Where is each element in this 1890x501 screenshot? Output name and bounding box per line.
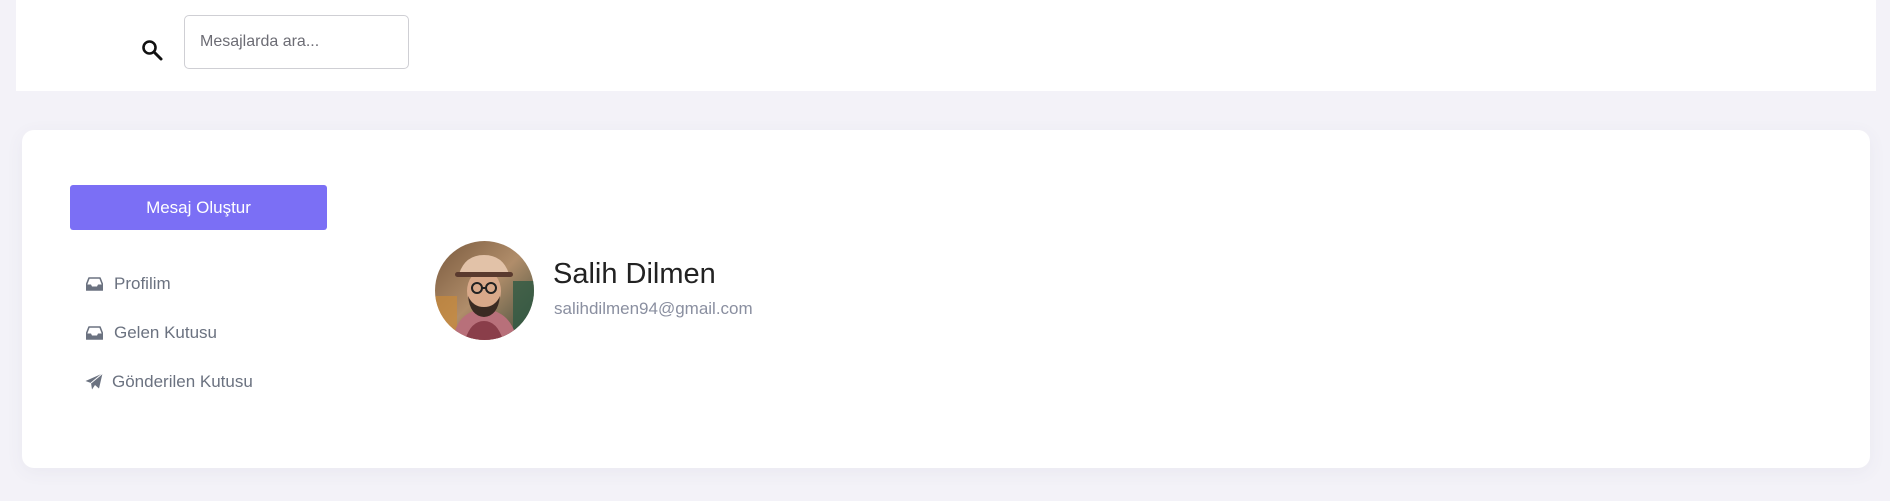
sidebar-item-label: Gelen Kutusu: [114, 323, 218, 342]
search-icon[interactable]: [140, 38, 164, 62]
compose-message-button[interactable]: Mesaj Oluştur: [70, 185, 327, 230]
sidebar-item-sent[interactable]: Gönderilen Kutusu: [85, 370, 253, 394]
sidebar-item-label: Profilim: [114, 274, 171, 293]
inbox-icon: [85, 324, 103, 342]
sidebar-item-profile[interactable]: Profilim: [85, 272, 171, 296]
paper-plane-icon: [85, 373, 103, 391]
sidebar-item-label: Gönderilen Kutusu: [112, 372, 253, 391]
profile-email: salihdilmen94@gmail.com: [554, 299, 753, 318]
avatar: [435, 241, 534, 340]
top-bar: [16, 0, 1876, 91]
mail-card: Mesaj Oluştur Profilim Gelen Kutusu Gönd…: [22, 130, 1870, 468]
sidebar-item-inbox[interactable]: Gelen Kutusu: [85, 321, 217, 345]
search-input[interactable]: [184, 15, 409, 69]
inbox-icon: [85, 275, 103, 293]
profile-name: Salih Dilmen: [553, 258, 716, 290]
